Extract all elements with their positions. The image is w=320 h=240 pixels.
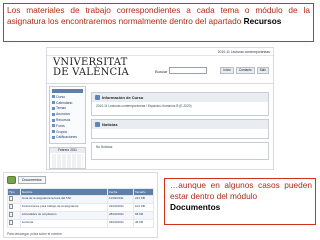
info-icon (95, 95, 100, 100)
course-sidebar: Curso Calendario Temas Anuncios Recursos… (49, 86, 86, 144)
search-input[interactable] (169, 67, 207, 74)
document-icon (9, 220, 13, 225)
calendar-widget: Febrero 2011 (49, 147, 86, 169)
top-user-bar: 2010-11 Lecturas contemporáneas (47, 48, 273, 56)
documents-icon (7, 176, 16, 184)
callout-documentos-keyword: Documentos (170, 201, 221, 212)
header-button-salir[interactable]: Salir (256, 67, 269, 74)
document-size: 68 KB (132, 211, 155, 220)
calendar-icon (52, 101, 55, 105)
header-button-inicio[interactable]: Inicio (220, 67, 234, 74)
course-info-title: Información de Curso (102, 95, 144, 100)
column-header-tipo[interactable]: Tipo (7, 188, 21, 196)
header-buttons: Inicio Contacto Salir (220, 67, 269, 74)
document-date: 28/02/2011 (106, 211, 134, 220)
column-header-tamano[interactable]: Tamaño (132, 188, 155, 196)
header-button-contacto[interactable]: Contacto (235, 67, 255, 74)
news-icon (95, 122, 100, 127)
column-header-nombre[interactable]: Nombre (19, 188, 108, 196)
course-name-label: 2010-11 Lecturas contemporáneas (217, 49, 270, 54)
news-panel: Noticias (91, 119, 269, 139)
document-date: 22/02/2011 (106, 203, 134, 212)
calendar-grid[interactable] (52, 154, 83, 168)
documents-table: Tipo Nombre Fecha Tamaño Guía de la asig… (7, 188, 155, 228)
document-size: 104 KB (132, 203, 155, 212)
calendar-title: Febrero 2011 (50, 148, 85, 153)
documents-tab-label: Documentos (18, 176, 46, 184)
document-icon (9, 204, 13, 209)
news-title: Noticias (102, 122, 118, 127)
news-body (92, 129, 268, 133)
table-row[interactable]: Instrucciones para trabajo de la asignat… (7, 203, 155, 212)
sidebar-item-calificaciones[interactable]: Calificaciones (52, 135, 83, 141)
resources-icon (52, 118, 55, 122)
document-name[interactable]: Lecturas (19, 219, 108, 228)
documents-tab[interactable]: Documentos (7, 176, 46, 184)
documents-footer-note: Para descargar, pulsa sobre el nombre (7, 232, 62, 236)
announcements-icon (52, 112, 55, 116)
course-info-body: 2010-11 Lecturas contemporáneas / Espaci… (96, 104, 192, 108)
topics-icon (52, 106, 55, 110)
course-page-screenshot: 2010-11 Lecturas contemporáneas VNIVERSI… (46, 47, 274, 170)
extra-panel-body: No Noticias (96, 145, 113, 149)
table-row[interactable]: Lecturas 03/03/2011 45 KB (7, 219, 155, 228)
document-date: 11/02/2011 (106, 195, 134, 204)
course-info-panel: Información de Curso 2010-11 Lecturas co… (91, 92, 269, 116)
search-label: Buscar (155, 69, 168, 74)
sidebar-header (52, 89, 83, 93)
callout-recursos-keyword: Recursos (243, 15, 282, 26)
university-logo[interactable]: VNIVERSITAT DE VALÈNCIA (53, 58, 129, 78)
document-size: 221 KB (132, 195, 155, 204)
document-name[interactable]: Guía de la asignatura lectura del TAF (19, 195, 108, 204)
forums-icon (52, 124, 55, 128)
document-date: 03/03/2011 (106, 219, 134, 228)
document-name[interactable]: Actividades de ampliación (19, 211, 108, 220)
document-icon (9, 196, 13, 201)
callout-documentos-text: …aunque en algunos casos pueden estar de… (170, 180, 312, 201)
documents-page-screenshot: Documentos Tipo Nombre Fecha Tamaño Guía… (3, 172, 158, 238)
document-size: 45 KB (132, 219, 155, 228)
callout-recursos: Los materiales de trabajo correspondient… (3, 3, 314, 42)
table-row[interactable]: Actividades de ampliación 28/02/2011 68 … (7, 211, 155, 220)
extra-panel: No Noticias (91, 142, 269, 160)
grades-icon (52, 135, 55, 139)
site-header: VNIVERSITAT DE VALÈNCIA Buscar Inicio Co… (47, 56, 273, 84)
column-header-fecha[interactable]: Fecha (106, 188, 134, 196)
groups-icon (52, 130, 55, 134)
document-icon (9, 212, 13, 217)
table-row[interactable]: Guía de la asignatura lectura del TAF 11… (7, 195, 155, 204)
course-icon (52, 95, 55, 99)
document-name[interactable]: Instrucciones para trabajo de la asignat… (19, 203, 108, 212)
callout-documentos: …aunque en algunos casos pueden estar de… (164, 178, 316, 225)
